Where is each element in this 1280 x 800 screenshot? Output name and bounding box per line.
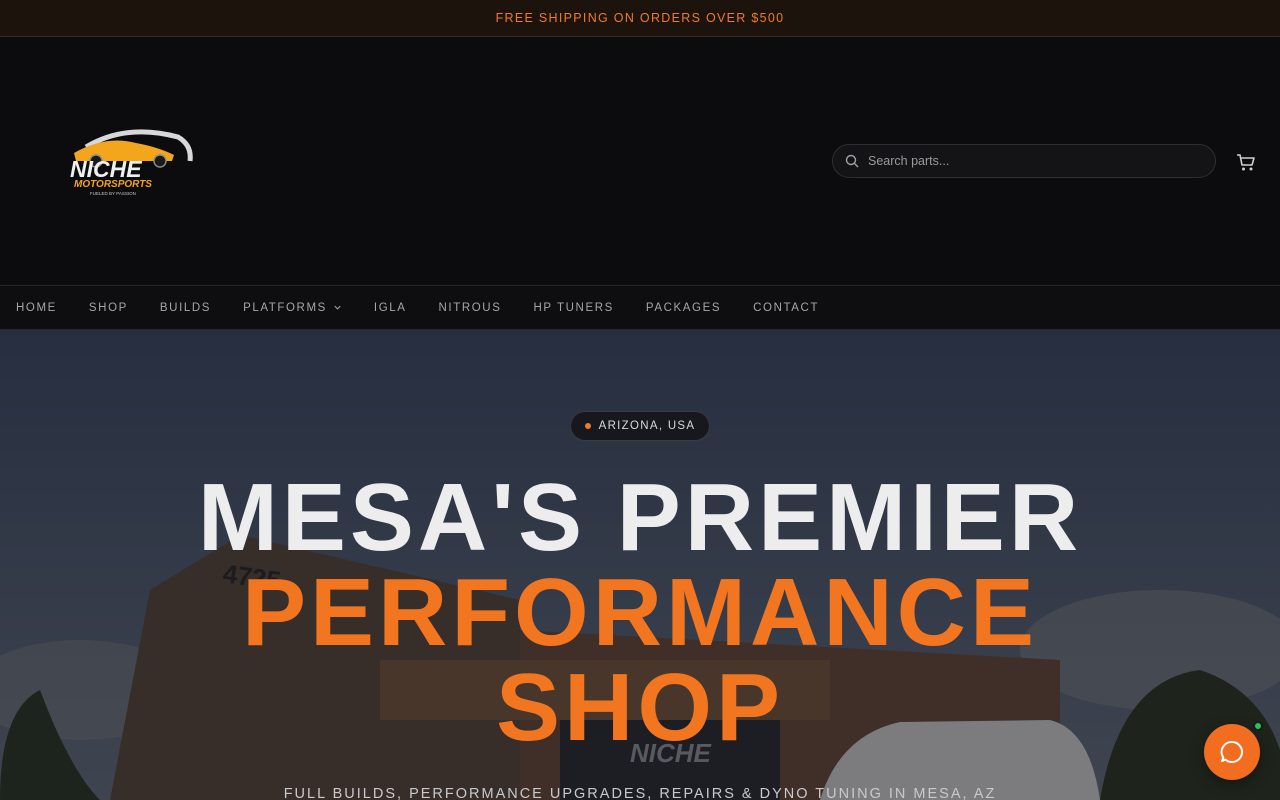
main-nav: HOME SHOP BUILDS PLATFORMS IGLA NITROUS …	[0, 285, 1280, 330]
announcement-text: FREE SHIPPING ON ORDERS OVER $500	[495, 11, 785, 25]
svg-text:FUELED BY PASSION: FUELED BY PASSION	[90, 191, 136, 196]
chat-button[interactable]	[1204, 724, 1260, 780]
search-icon	[845, 154, 859, 168]
nav-item-hp-tuners[interactable]: HP TUNERS	[533, 302, 613, 314]
hero-subtitle: FULL BUILDS, PERFORMANCE UPGRADES, REPAI…	[283, 786, 997, 800]
chat-bubble-icon	[1220, 740, 1243, 763]
chevron-down-icon	[334, 305, 341, 310]
nav-item-home[interactable]: HOME	[16, 302, 57, 314]
search-bar[interactable]	[832, 144, 1216, 178]
announcement-bar: FREE SHIPPING ON ORDERS OVER $500	[0, 0, 1280, 37]
headline-line-3: SHOP	[495, 654, 785, 761]
nav-item-builds[interactable]: BUILDS	[160, 302, 211, 314]
hero-section: 4725 NICHE ARIZONA, USA MESA'S PREMIER P…	[0, 330, 1280, 800]
nav-item-shop[interactable]: SHOP	[89, 302, 128, 314]
nav-item-packages[interactable]: PACKAGES	[646, 302, 721, 314]
online-indicator	[1253, 721, 1263, 731]
site-header: NICHE MOTORSPORTS FUELED BY PASSION	[0, 37, 1280, 285]
headline-line-1: MESA'S PREMIER	[197, 464, 1083, 571]
brand-logo[interactable]: NICHE MOTORSPORTS FUELED BY PASSION	[66, 125, 196, 197]
svg-text:MOTORSPORTS: MOTORSPORTS	[74, 179, 152, 190]
hero-headline: MESA'S PREMIER PERFORMANCE SHOP	[0, 464, 1280, 761]
nav-item-nitrous[interactable]: NITROUS	[439, 302, 502, 314]
nav-item-igla[interactable]: IGLA	[374, 302, 407, 314]
headline-line-2: PERFORMANCE	[241, 559, 1038, 666]
cart-icon[interactable]	[1236, 152, 1256, 172]
nav-item-platforms[interactable]: PLATFORMS	[243, 302, 342, 314]
search-input[interactable]	[868, 154, 1188, 168]
location-dot	[584, 423, 591, 429]
nav-item-contact[interactable]: CONTACT	[753, 302, 819, 314]
location-badge: ARIZONA, USA	[570, 411, 710, 441]
